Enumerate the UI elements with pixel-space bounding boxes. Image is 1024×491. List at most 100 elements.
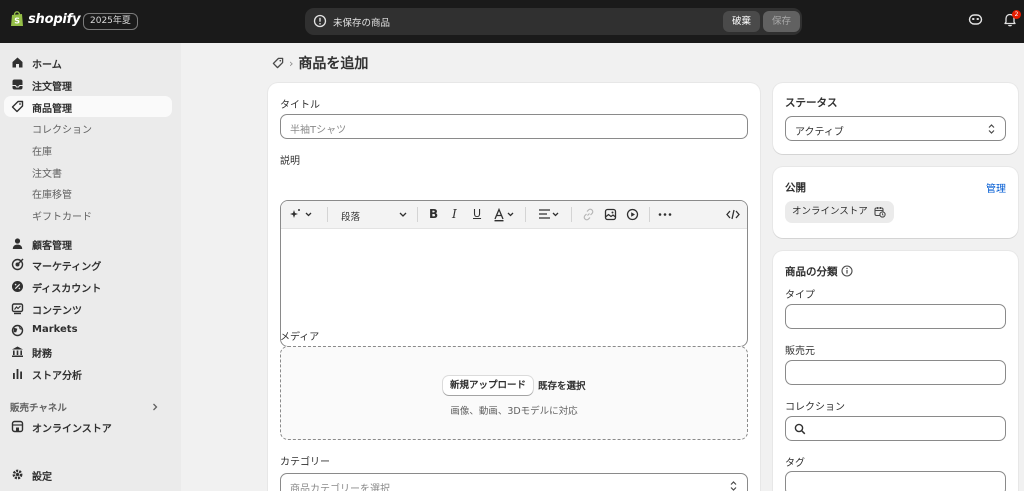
sidebar-item-label: Markets: [32, 324, 78, 335]
sidebar-subitem-gift-cards[interactable]: ギフトカード: [4, 204, 172, 225]
description-editor[interactable]: 段落 B I U: [280, 200, 748, 347]
sidebar-item-orders[interactable]: 注文管理: [4, 74, 172, 95]
sidebar-item-discounts[interactable]: ディスカウント: [4, 276, 172, 297]
sidebar-item-content[interactable]: コンテンツ: [4, 298, 172, 319]
sidebar-item-online-store[interactable]: オンラインストア: [4, 416, 172, 437]
unsaved-changes-bar: 未保存の商品 破棄 保存: [305, 8, 802, 35]
collections-search-input[interactable]: [785, 416, 1006, 441]
title-input[interactable]: 半袖Tシャツ: [280, 114, 748, 139]
sidebar-item-label: 設定: [32, 472, 52, 483]
sidebar-item-label: 顧客管理: [32, 241, 72, 252]
sidebar-item-label: オンラインストア: [32, 424, 112, 435]
sidebar-subitem-inventory[interactable]: 在庫: [4, 139, 172, 160]
svg-text:S: S: [14, 17, 20, 26]
manage-link[interactable]: 管理: [986, 180, 1006, 195]
alert-circle-icon: [313, 14, 327, 28]
toolbar-divider: [525, 207, 526, 222]
shopify-bag-icon: S: [11, 11, 23, 26]
italic-icon[interactable]: I: [452, 207, 457, 221]
sidebar-item-finance[interactable]: 財務: [4, 341, 172, 362]
target-icon: [11, 258, 24, 271]
type-input[interactable]: [785, 304, 1006, 329]
discard-button[interactable]: 破棄: [723, 11, 760, 32]
gear-icon: [12, 469, 23, 480]
edition-badge[interactable]: 2025年夏: [83, 13, 138, 30]
tag-icon[interactable]: [272, 57, 284, 69]
publishing-card: 公開 管理 オンラインストア: [773, 167, 1018, 238]
select-arrows-icon: [988, 124, 995, 134]
inbox-icon: [12, 79, 23, 90]
select-existing-button[interactable]: 既存を選択: [538, 378, 586, 392]
tags-input[interactable]: [785, 471, 1006, 491]
status-card: ステータス アクティブ: [773, 83, 1018, 154]
sidebar-subitem-label: 在庫: [32, 147, 52, 158]
product-details-card: タイトル 半袖Tシャツ 説明 段落 B I U メディア 新規アップロード 既存…: [268, 83, 760, 491]
sidebar-item-marketing[interactable]: マーケティング: [4, 254, 172, 275]
globe-icon: [11, 324, 24, 337]
content-icon: [11, 303, 24, 315]
sidebar-item-products[interactable]: 商品管理: [4, 96, 172, 117]
sidebar-subitem-purchase-orders[interactable]: 注文書: [4, 161, 172, 182]
tag-icon: [11, 100, 24, 113]
sidebar-item-label: ストア分析: [32, 371, 82, 382]
vendor-input[interactable]: [785, 360, 1006, 385]
unsaved-text: 未保存の商品: [333, 18, 391, 29]
video-icon[interactable]: [626, 208, 639, 221]
bank-icon: [12, 346, 23, 357]
sidebar-subitem-label: 在庫移管: [32, 190, 72, 201]
sidebar-item-label: ホーム: [32, 60, 62, 71]
media-dropzone[interactable]: 新規アップロード 既存を選択 画像、動画、3Dモデルに対応: [280, 346, 748, 440]
category-placeholder: 商品カテゴリーを選択: [290, 484, 390, 491]
info-icon[interactable]: [841, 265, 853, 277]
underline-icon[interactable]: U: [473, 207, 481, 220]
person-icon: [12, 238, 23, 249]
save-button[interactable]: 保存: [763, 11, 800, 32]
sidebar-item-label: 財務: [32, 349, 52, 360]
align-icon[interactable]: [538, 208, 562, 221]
search-icon: [794, 423, 806, 435]
media-label: メディア: [280, 332, 320, 343]
status-select[interactable]: アクティブ: [785, 116, 1006, 141]
image-icon[interactable]: [604, 208, 617, 221]
sidebar-subitem-collections[interactable]: コレクション: [4, 117, 172, 138]
shopify-logo[interactable]: S shopify: [10, 11, 81, 27]
magic-icon[interactable]: [290, 208, 314, 221]
sidebar-item-customers[interactable]: 顧客管理: [4, 233, 172, 254]
sales-channels-title[interactable]: 販売チャネル: [10, 400, 67, 414]
sidebar-subitem-label: ギフトカード: [32, 212, 92, 223]
sales-channel-name: オンラインストア: [792, 206, 868, 217]
sidekick-icon[interactable]: [968, 12, 983, 27]
discount-icon: [12, 281, 23, 292]
vendor-label: 販売元: [785, 346, 815, 357]
calendar-clock-icon: [874, 207, 886, 218]
sidebar-item-label: ディスカウント: [32, 284, 102, 295]
link-icon[interactable]: [582, 208, 595, 221]
bold-icon[interactable]: B: [429, 207, 438, 221]
more-horizontal-icon[interactable]: [658, 208, 672, 221]
sidebar-item-settings[interactable]: 設定: [4, 464, 172, 485]
sidebar-subitem-transfers[interactable]: 在庫移管: [4, 182, 172, 203]
upload-new-button[interactable]: 新規アップロード: [443, 376, 534, 395]
page-title: 商品を追加: [298, 56, 369, 72]
paragraph-format-select[interactable]: 段落: [341, 209, 360, 223]
text-color-icon[interactable]: [494, 208, 518, 222]
toolbar-divider: [417, 207, 418, 222]
title-placeholder: 半袖Tシャツ: [290, 125, 347, 136]
sidebar-item-analytics[interactable]: ストア分析: [4, 363, 172, 384]
chevron-down-icon[interactable]: [398, 208, 408, 221]
sales-channel-pill[interactable]: オンラインストア: [785, 201, 894, 223]
sidebar-item-markets[interactable]: Markets: [4, 320, 172, 341]
category-select[interactable]: 商品カテゴリーを選択: [280, 473, 748, 491]
breadcrumb-separator-icon: ›: [289, 56, 294, 70]
breadcrumb: › 商品を追加: [272, 53, 368, 73]
chevron-right-icon[interactable]: [150, 402, 160, 412]
top-bar: S shopify 2025年夏 未保存の商品 破棄 保存 2: [0, 0, 1024, 43]
product-organization-card: 商品の分類 タイプ 販売元 コレクション タグ: [773, 251, 1018, 491]
sidebar-subitem-label: コレクション: [32, 125, 92, 136]
tags-label: タグ: [785, 458, 805, 469]
sidebar-item-home[interactable]: ホーム: [4, 52, 172, 73]
status-value: アクティブ: [795, 127, 844, 138]
collections-label: コレクション: [785, 402, 845, 413]
brand-name: shopify: [28, 11, 81, 27]
code-icon[interactable]: [726, 208, 740, 221]
